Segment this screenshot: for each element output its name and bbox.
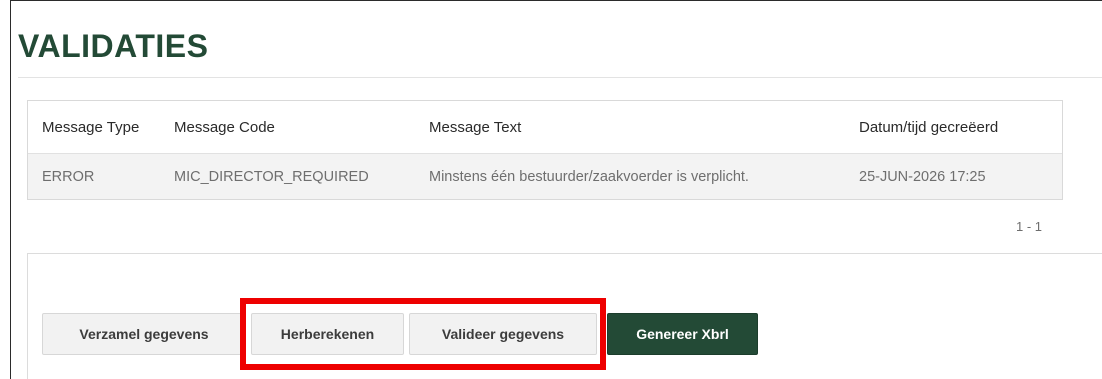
collect-data-button[interactable]: Verzamel gegevens [42,313,246,355]
column-header-message-code[interactable]: Message Code [174,101,429,154]
messages-table: Message Type Message Code Message Text D… [28,101,1062,199]
title-divider [18,77,1102,78]
window-top-border [10,0,1102,1]
column-header-created[interactable]: Datum/tijd gecreëerd [859,101,1062,154]
recalculate-button[interactable]: Herberekenen [251,313,404,355]
cell-message-text: Minstens één bestuurder/zaakvoerder is v… [429,153,859,199]
messages-table-panel: Message Type Message Code Message Text D… [27,100,1063,200]
validate-data-button[interactable]: Valideer gegevens [409,313,597,355]
table-row: ERROR MIC_DIRECTOR_REQUIRED Minstens één… [28,153,1062,199]
table-header-row: Message Type Message Code Message Text D… [28,101,1062,154]
generate-xbrl-button[interactable]: Genereer Xbrl [607,313,758,355]
column-header-message-type[interactable]: Message Type [28,101,174,154]
column-header-message-text[interactable]: Message Text [429,101,859,154]
cell-message-type: ERROR [28,153,174,199]
cell-message-code: MIC_DIRECTOR_REQUIRED [174,153,429,199]
window-left-border [10,0,11,379]
pagination-range: 1 - 1 [1016,219,1043,234]
cell-created: 25-JUN-2026 17:25 [859,153,1062,199]
page-title: VALIDATIES [18,28,209,64]
